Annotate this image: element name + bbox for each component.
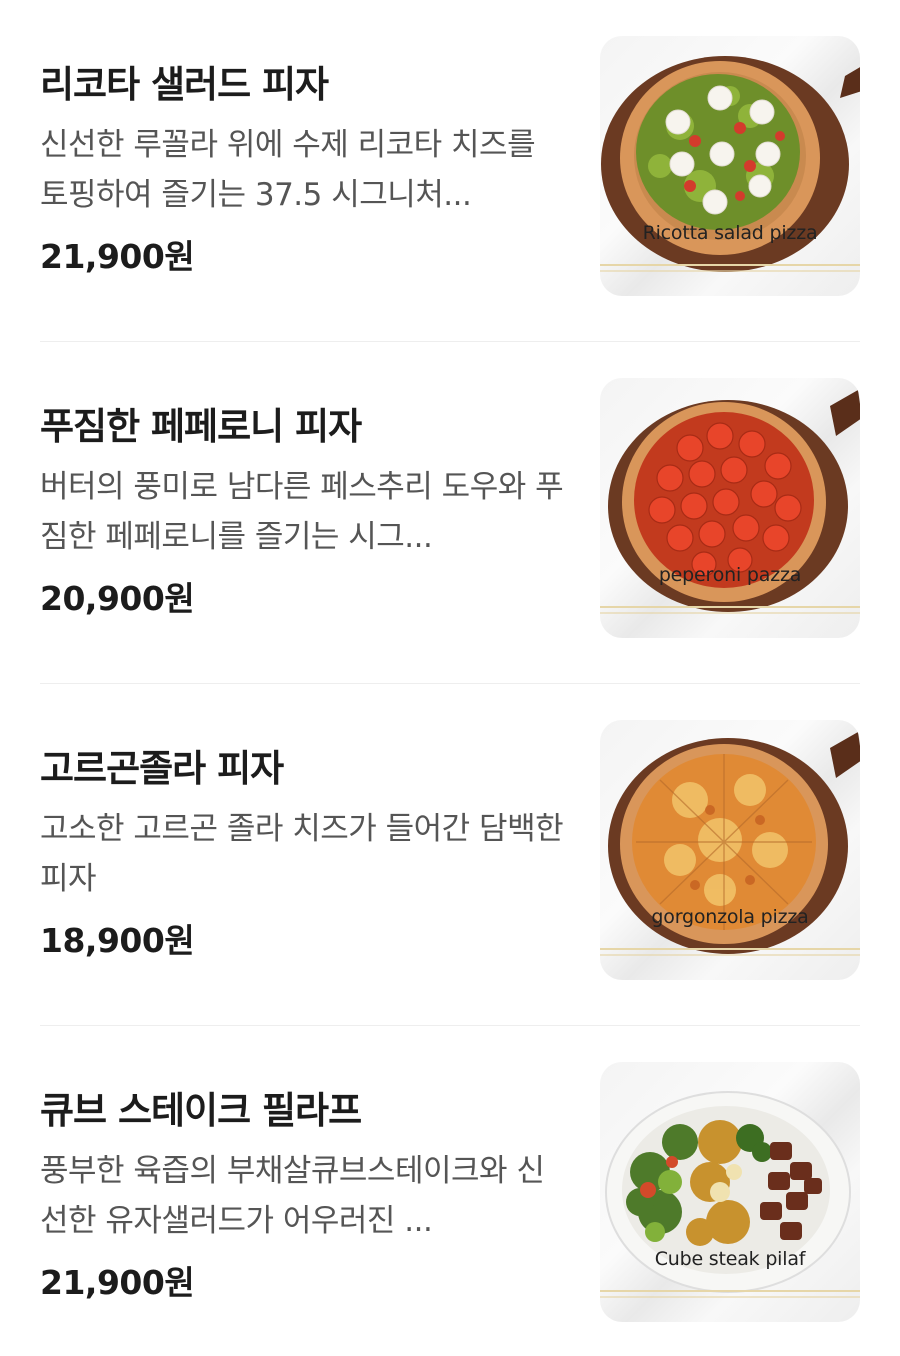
menu-item-description: 버터의 풍미로 남다른 페스추리 도우와 푸짐한 페페로니를 즐기는 시그... (40, 469, 564, 555)
decorative-line (600, 612, 860, 614)
gorgonzola-pizza-image[interactable]: gorgonzola pizza (600, 720, 860, 980)
image-caption: gorgonzola pizza (651, 906, 809, 928)
menu-item-name: 고르곤졸라 피자 (40, 747, 284, 790)
menu-item-cube-steak-pilaf[interactable]: 큐브 스테이크 필라프 풍부한 육즙의 부채살큐브스테이크와 신선한 유자샐러드… (0, 1026, 900, 1356)
menu-item-price: 21,900원 (40, 1263, 195, 1302)
pizza-board-icon (608, 390, 860, 612)
decorative-line (600, 1290, 860, 1292)
menu-item-description: 신선한 루꼴라 위에 수제 리코타 치즈를 토핑하여 즐기는 37.5 시그니처… (40, 127, 536, 213)
ricotta-salad-pizza-image[interactable]: Ricotta salad pizza (600, 36, 860, 296)
decorative-line (600, 948, 860, 950)
menu-item-description: 풍부한 육즙의 부채살큐브스테이크와 신선한 유자샐러드가 어우러진 ... (40, 1153, 545, 1239)
pizza-board-icon (608, 732, 860, 954)
decorative-line (600, 1296, 860, 1298)
pizza-board-icon (601, 56, 860, 272)
decorative-line (600, 954, 860, 956)
menu-item-ricotta-salad-pizza[interactable]: 리코타 샐러드 피자 신선한 루꼴라 위에 수제 리코타 치즈를 토핑하여 즐기… (0, 0, 900, 342)
menu-item-price: 21,900원 (40, 237, 195, 276)
menu-item-price: 18,900원 (40, 921, 195, 960)
pepperoni-pizza-image[interactable]: peperoni pazza (600, 378, 860, 638)
menu-item-name: 큐브 스테이크 필라프 (40, 1089, 362, 1132)
menu-list: 리코타 샐러드 피자 신선한 루꼴라 위에 수제 리코타 치즈를 토핑하여 즐기… (0, 0, 900, 1356)
menu-item-name: 리코타 샐러드 피자 (40, 63, 329, 106)
menu-item-price: 20,900원 (40, 579, 195, 618)
menu-item-pepperoni-pizza[interactable]: 푸짐한 페페로니 피자 버터의 풍미로 남다른 페스추리 도우와 푸짐한 페페로… (0, 342, 900, 684)
image-caption: Ricotta salad pizza (642, 222, 818, 244)
menu-item-gorgonzola-pizza[interactable]: 고르곤졸라 피자 고소한 고르곤 졸라 치즈가 들어간 담백한 피자 18,90… (0, 684, 900, 1026)
decorative-line (600, 264, 860, 266)
decorative-line (600, 606, 860, 608)
menu-item-description: 고소한 고르곤 졸라 치즈가 들어간 담백한 피자 (40, 811, 564, 897)
image-caption: Cube steak pilaf (654, 1248, 806, 1270)
menu-item-name: 푸짐한 페페로니 피자 (40, 405, 362, 448)
plate-icon (605, 1091, 851, 1293)
image-caption: peperoni pazza (658, 564, 802, 586)
decorative-line (600, 270, 860, 272)
cube-steak-pilaf-image[interactable]: Cube steak pilaf (600, 1062, 860, 1322)
